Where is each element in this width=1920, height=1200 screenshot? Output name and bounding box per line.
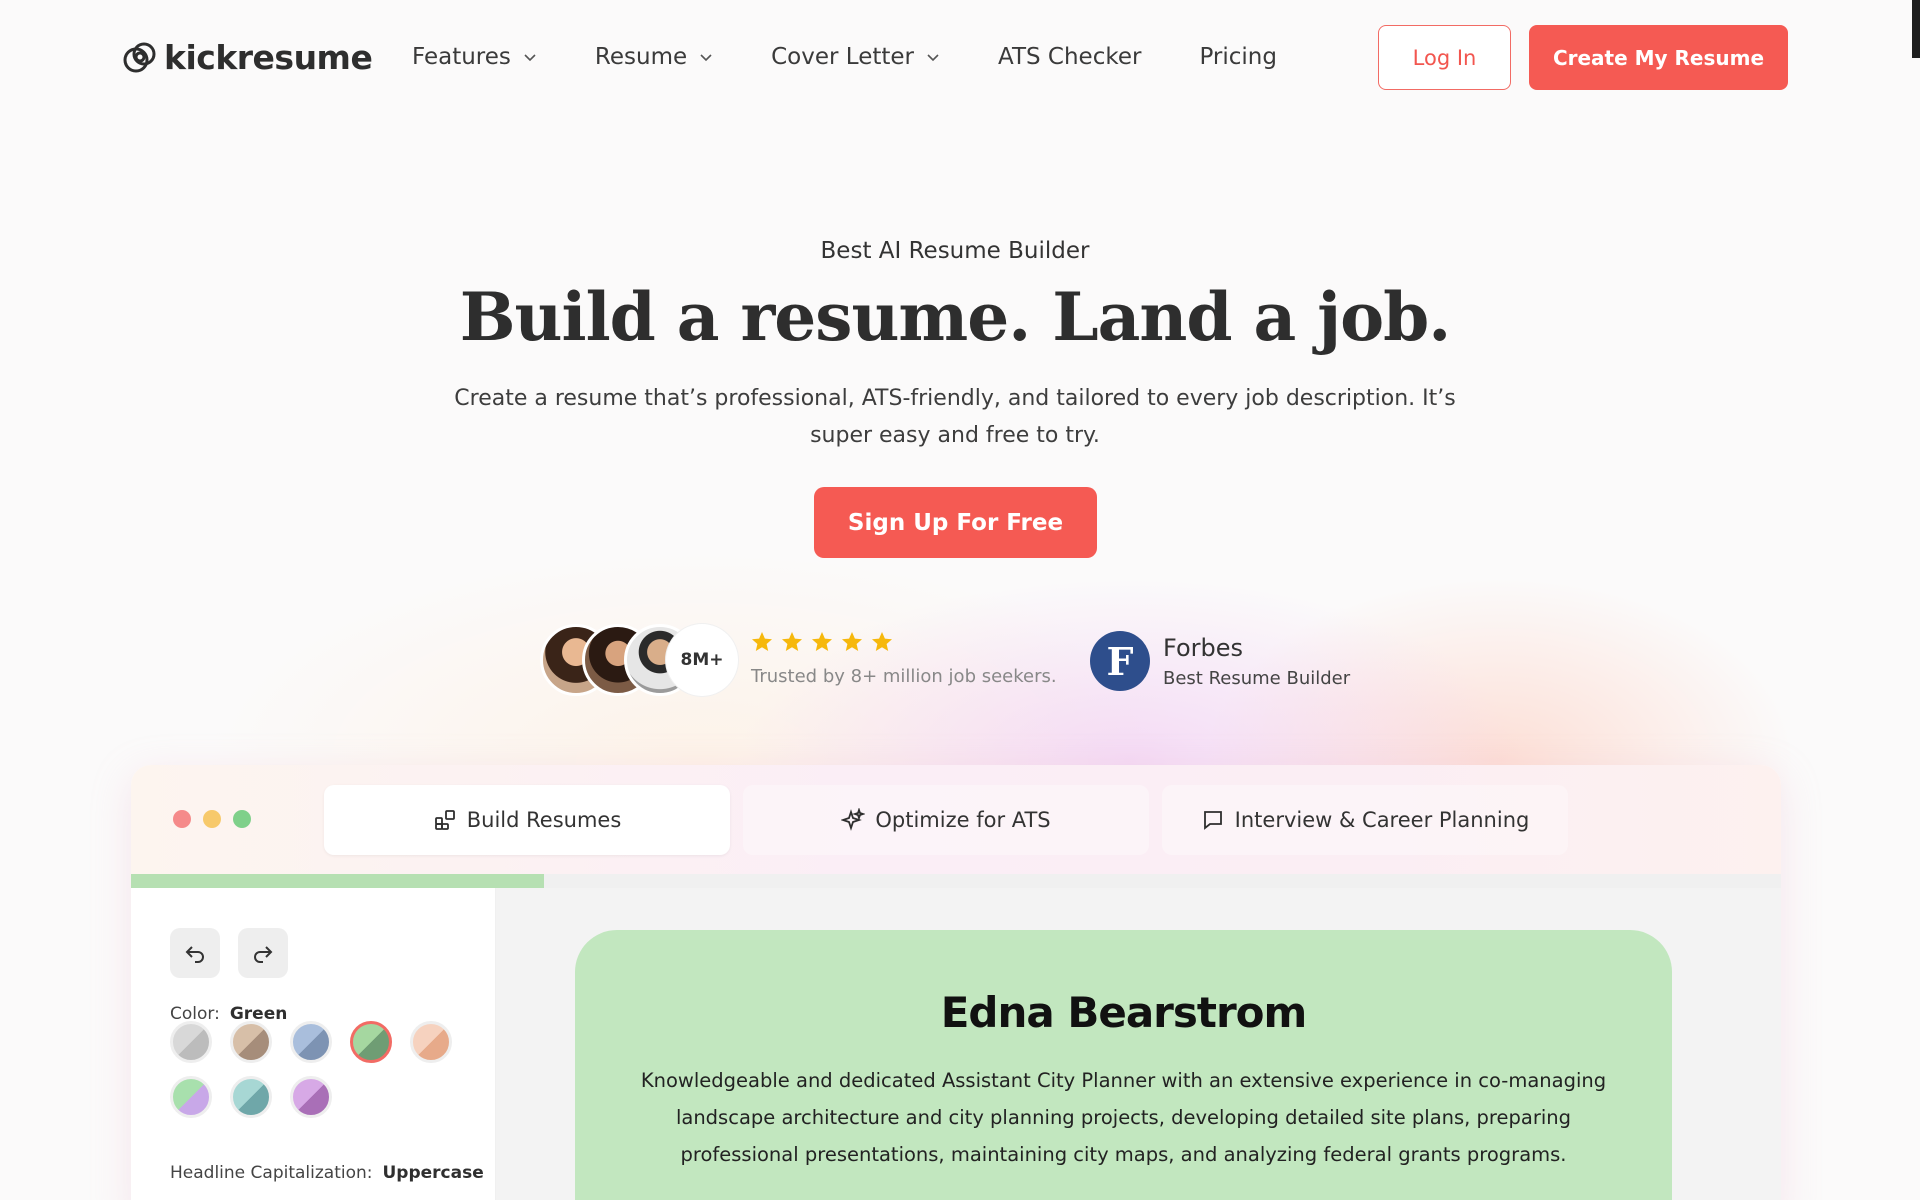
capitalization-label: Headline Capitalization: xyxy=(170,1163,373,1183)
undo-icon xyxy=(185,946,204,963)
resume-preview[interactable]: Edna Bearstrom Knowledgeable and dedicat… xyxy=(575,930,1672,1200)
color-swatch-purple[interactable] xyxy=(290,1076,332,1118)
hero-subtitle: Create a resume that’s professional, ATS… xyxy=(454,386,1456,448)
nav-item-label: Resume xyxy=(594,44,688,70)
trusted-text: Trusted by 8+ million job seekers. xyxy=(751,666,1057,687)
chat-icon xyxy=(1203,811,1222,830)
resume-summary: Knowledgeable and dedicated Assistant Ci… xyxy=(640,1069,1607,1166)
color-value: Green xyxy=(229,1004,288,1024)
brand-logo[interactable]: kickresume xyxy=(122,38,373,77)
tab-label: Interview & Career Planning xyxy=(1234,808,1530,832)
chevron-down-icon xyxy=(927,54,939,62)
user-avatars: 8M+ xyxy=(540,624,740,696)
login-button[interactable]: Log In xyxy=(1378,25,1511,90)
chevron-down-icon xyxy=(700,54,712,62)
window-close-dot xyxy=(173,810,191,828)
redo-icon xyxy=(254,946,273,963)
forbes-logo: F xyxy=(1090,631,1150,691)
resume-name: Edna Bearstrom xyxy=(940,988,1308,1037)
preview-toolbar: Build Resumes Optimize for ATS Interview… xyxy=(131,765,1781,874)
star-icon xyxy=(872,632,892,651)
nav-item-ats-checker[interactable]: ATS Checker xyxy=(998,44,1141,70)
chevron-down-icon xyxy=(524,54,536,62)
color-swatch-green[interactable] xyxy=(350,1021,392,1063)
create-resume-button[interactable]: Create My Resume xyxy=(1529,25,1788,90)
hero-eyebrow: Best AI Resume Builder xyxy=(820,238,1090,264)
window-minimize-dot xyxy=(203,810,221,828)
capitalization-value[interactable]: Uppercase xyxy=(383,1163,484,1183)
star-icon xyxy=(812,632,832,651)
color-swatch-tan[interactable] xyxy=(230,1021,272,1063)
window-edge xyxy=(1912,0,1920,58)
top-navigation: kickresume Features Resume Cover Letter ATS… xyxy=(0,0,1920,116)
hero-title: Build a resume. Land a job. xyxy=(459,278,1452,356)
star-icon xyxy=(752,632,772,651)
color-swatch-gray[interactable] xyxy=(170,1021,212,1063)
nav-item-pricing[interactable]: Pricing xyxy=(1199,44,1277,70)
logo-mark-icon xyxy=(123,42,156,72)
window-maximize-dot xyxy=(233,810,251,828)
star-icon xyxy=(782,632,802,651)
tab-interview-career[interactable]: Interview & Career Planning xyxy=(1162,785,1568,855)
color-swatch-blue[interactable] xyxy=(290,1021,332,1063)
nav-item-label: ATS Checker xyxy=(998,44,1142,70)
nav-item-label: Features xyxy=(412,44,511,70)
user-count-badge: 8M+ xyxy=(666,624,738,696)
app-preview-window: Build Resumes Optimize for ATS Interview… xyxy=(131,765,1781,1200)
undo-button[interactable] xyxy=(170,928,220,978)
nav-item-label: Pricing xyxy=(1199,44,1277,70)
tab-build-resumes[interactable]: Build Resumes xyxy=(324,785,730,855)
nav-item-resume[interactable]: Resume xyxy=(595,44,713,70)
tab-label: Build Resumes xyxy=(466,808,622,832)
color-swatch-peach[interactable] xyxy=(410,1021,452,1063)
nav-item-features[interactable]: Features xyxy=(412,44,537,70)
tab-optimize-ats[interactable]: Optimize for ATS xyxy=(743,785,1149,855)
main-menu: Features Resume Cover Letter ATS Checker Pri… xyxy=(412,44,1277,70)
forbes-name: Forbes xyxy=(1163,634,1244,662)
forbes-award: Best Resume Builder xyxy=(1163,668,1351,689)
color-swatch-lime-lavender[interactable] xyxy=(170,1076,212,1118)
capitalization-setting: Headline Capitalization: Uppercase xyxy=(170,1163,484,1183)
blocks-icon xyxy=(434,810,455,830)
progress-fill xyxy=(131,874,544,888)
sparkle-icon xyxy=(841,808,866,831)
tab-label: Optimize for ATS xyxy=(875,808,1051,832)
redo-button[interactable] xyxy=(238,928,288,978)
star-icon xyxy=(842,632,862,651)
nav-item-label: Cover Letter xyxy=(771,44,914,70)
rating-stars xyxy=(750,630,894,654)
brand-name: kickresume xyxy=(164,38,373,77)
sign-up-button[interactable]: Sign Up For Free xyxy=(814,487,1097,558)
nav-item-cover-letter[interactable]: Cover Letter xyxy=(771,44,940,70)
color-swatch-teal[interactable] xyxy=(230,1076,272,1118)
